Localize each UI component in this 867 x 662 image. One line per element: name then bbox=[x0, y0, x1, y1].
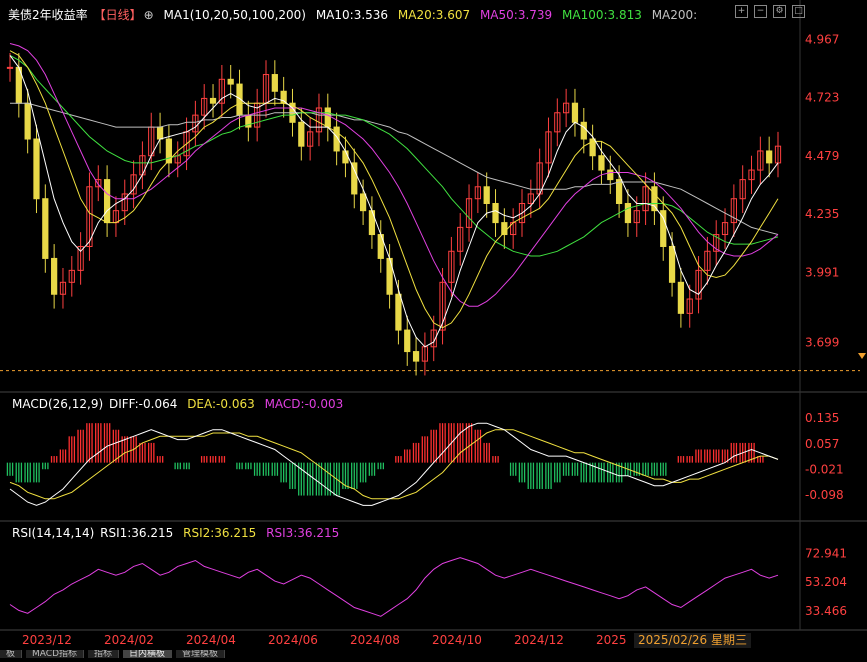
macd-tick-label: -0.021 bbox=[805, 463, 844, 477]
minus-icon[interactable]: − bbox=[754, 5, 767, 18]
price-tick-label: 3.699 bbox=[805, 335, 839, 349]
settings-icon[interactable]: ⚙ bbox=[773, 5, 786, 18]
x-tick-label: 2025 bbox=[596, 633, 627, 647]
price-candle bbox=[580, 121, 587, 140]
price-candle bbox=[51, 257, 58, 295]
price-candle bbox=[677, 281, 685, 314]
price-candle bbox=[368, 210, 376, 236]
x-tick-label: 2024/08 bbox=[350, 633, 400, 647]
x-tick-label: 2024/04 bbox=[186, 633, 236, 647]
ma-label: MA1(10,20,50,100,200) bbox=[163, 8, 306, 22]
x-tick-label: 2023/12 bbox=[22, 633, 72, 647]
price-candle bbox=[42, 198, 49, 259]
x-tick-label: 2024/10 bbox=[432, 633, 482, 647]
rsi-label[interactable]: RSI(14,14,14) bbox=[12, 526, 94, 540]
rsi-header: RSI(14,14,14) RSI1:36.215 RSI2:36.215 RS… bbox=[12, 526, 345, 540]
ma20-value: MA20:3.607 bbox=[397, 8, 471, 22]
tab-3[interactable]: 日内横板 bbox=[123, 650, 173, 658]
macd-tick-label: 0.057 bbox=[805, 437, 839, 451]
price-candle bbox=[492, 203, 499, 224]
price-candle bbox=[6, 66, 14, 69]
price-tick-label: 4.479 bbox=[805, 149, 839, 163]
price-candle bbox=[165, 138, 173, 164]
price-tick-label: 4.967 bbox=[805, 32, 839, 46]
price-candle bbox=[298, 121, 305, 147]
ma50-value: MA50:3.739 bbox=[479, 8, 553, 22]
rsi-tick-label: 72.941 bbox=[805, 546, 847, 560]
ma100-value: MA100:3.813 bbox=[562, 8, 642, 22]
rsi3-value: RSI3:36.215 bbox=[266, 526, 340, 540]
panel-toolbar: + − ⚙ □ bbox=[735, 5, 805, 18]
price-tick-label: 4.723 bbox=[805, 91, 839, 105]
price-tick-label: 3.991 bbox=[805, 266, 839, 280]
price-candle bbox=[33, 138, 40, 200]
rsi-line bbox=[9, 557, 779, 617]
price-candle bbox=[766, 150, 773, 164]
price-header: 美债2年收益率 【日线】 ⊕ MA1(10,20,50,100,200) MA10:… bbox=[8, 6, 703, 23]
price-candle bbox=[156, 126, 164, 140]
tab-1[interactable]: MACD指标 bbox=[26, 650, 84, 658]
rsi1-value: RSI1:36.215 bbox=[100, 526, 174, 540]
ma50-line bbox=[9, 43, 779, 307]
tab-4[interactable]: 管理模板 bbox=[176, 650, 226, 658]
last-price-marker bbox=[858, 353, 866, 359]
price-candle bbox=[359, 193, 367, 212]
x-tick-label: 2024/02 bbox=[104, 633, 154, 647]
price-candle bbox=[651, 186, 658, 212]
price-candle bbox=[571, 102, 579, 123]
price-candle bbox=[227, 78, 234, 85]
price-candle bbox=[668, 245, 676, 283]
x-tick-label: 2024/12 bbox=[514, 633, 564, 647]
chart-canvas: 4.967 4.723 4.479 4.235 3.991 3.699 0.135 0.057… bbox=[0, 0, 867, 647]
macd-dea: DEA:-0.063 bbox=[187, 397, 255, 411]
price-candle bbox=[342, 150, 349, 164]
bottom-tab-bar: 板 MACD指标 指标 日内横板 管理模板 bbox=[0, 650, 867, 658]
crosshair-date: 2025/02/26 星期三 bbox=[634, 633, 751, 648]
instrument-title[interactable]: 美债2年收益率 bbox=[8, 8, 88, 22]
price-tick-label: 4.235 bbox=[805, 207, 839, 221]
rsi-tick-label: 33.466 bbox=[805, 604, 847, 618]
price-candle bbox=[271, 74, 278, 92]
macd-header: MACD(26,12,9) DIFF:-0.064 DEA:-0.063 MAC… bbox=[12, 397, 349, 411]
price-candle bbox=[404, 329, 411, 353]
period-label[interactable]: 【日线】 bbox=[94, 8, 142, 22]
tab-2[interactable]: 指标 bbox=[88, 650, 120, 658]
macd-tick-label: 0.135 bbox=[805, 411, 839, 425]
price-candle bbox=[24, 102, 31, 140]
rsi2-value: RSI2:36.215 bbox=[183, 526, 257, 540]
ma200-value: MA200: bbox=[651, 8, 698, 22]
add-icon[interactable]: ⊕ bbox=[144, 8, 154, 22]
macd-label[interactable]: MACD(26,12,9) bbox=[12, 397, 103, 411]
price-candle bbox=[395, 293, 402, 331]
tab-0[interactable]: 板 bbox=[0, 650, 23, 658]
price-candle bbox=[607, 169, 614, 181]
price-candle bbox=[615, 179, 623, 205]
price-candle bbox=[483, 186, 490, 205]
price-candle bbox=[351, 162, 358, 195]
rsi-tick-label: 53.204 bbox=[805, 575, 847, 589]
price-candle bbox=[324, 107, 331, 128]
price-candle bbox=[103, 179, 111, 224]
maximize-icon[interactable]: □ bbox=[792, 5, 805, 18]
macd-diff: DIFF:-0.064 bbox=[108, 397, 178, 411]
chart-stage: 4.967 4.723 4.479 4.235 3.991 3.699 0.135 0.057… bbox=[0, 0, 867, 658]
macd-tick-label: -0.098 bbox=[805, 488, 844, 502]
price-candle bbox=[598, 155, 605, 171]
ma10-value: MA10:3.536 bbox=[315, 8, 389, 22]
macd-value: MACD:-0.003 bbox=[264, 397, 344, 411]
price-candle bbox=[624, 203, 632, 224]
crosshair-icon[interactable]: + bbox=[735, 5, 748, 18]
price-candle bbox=[209, 97, 217, 104]
x-tick-label: 2024/06 bbox=[268, 633, 318, 647]
price-candle bbox=[412, 351, 420, 362]
